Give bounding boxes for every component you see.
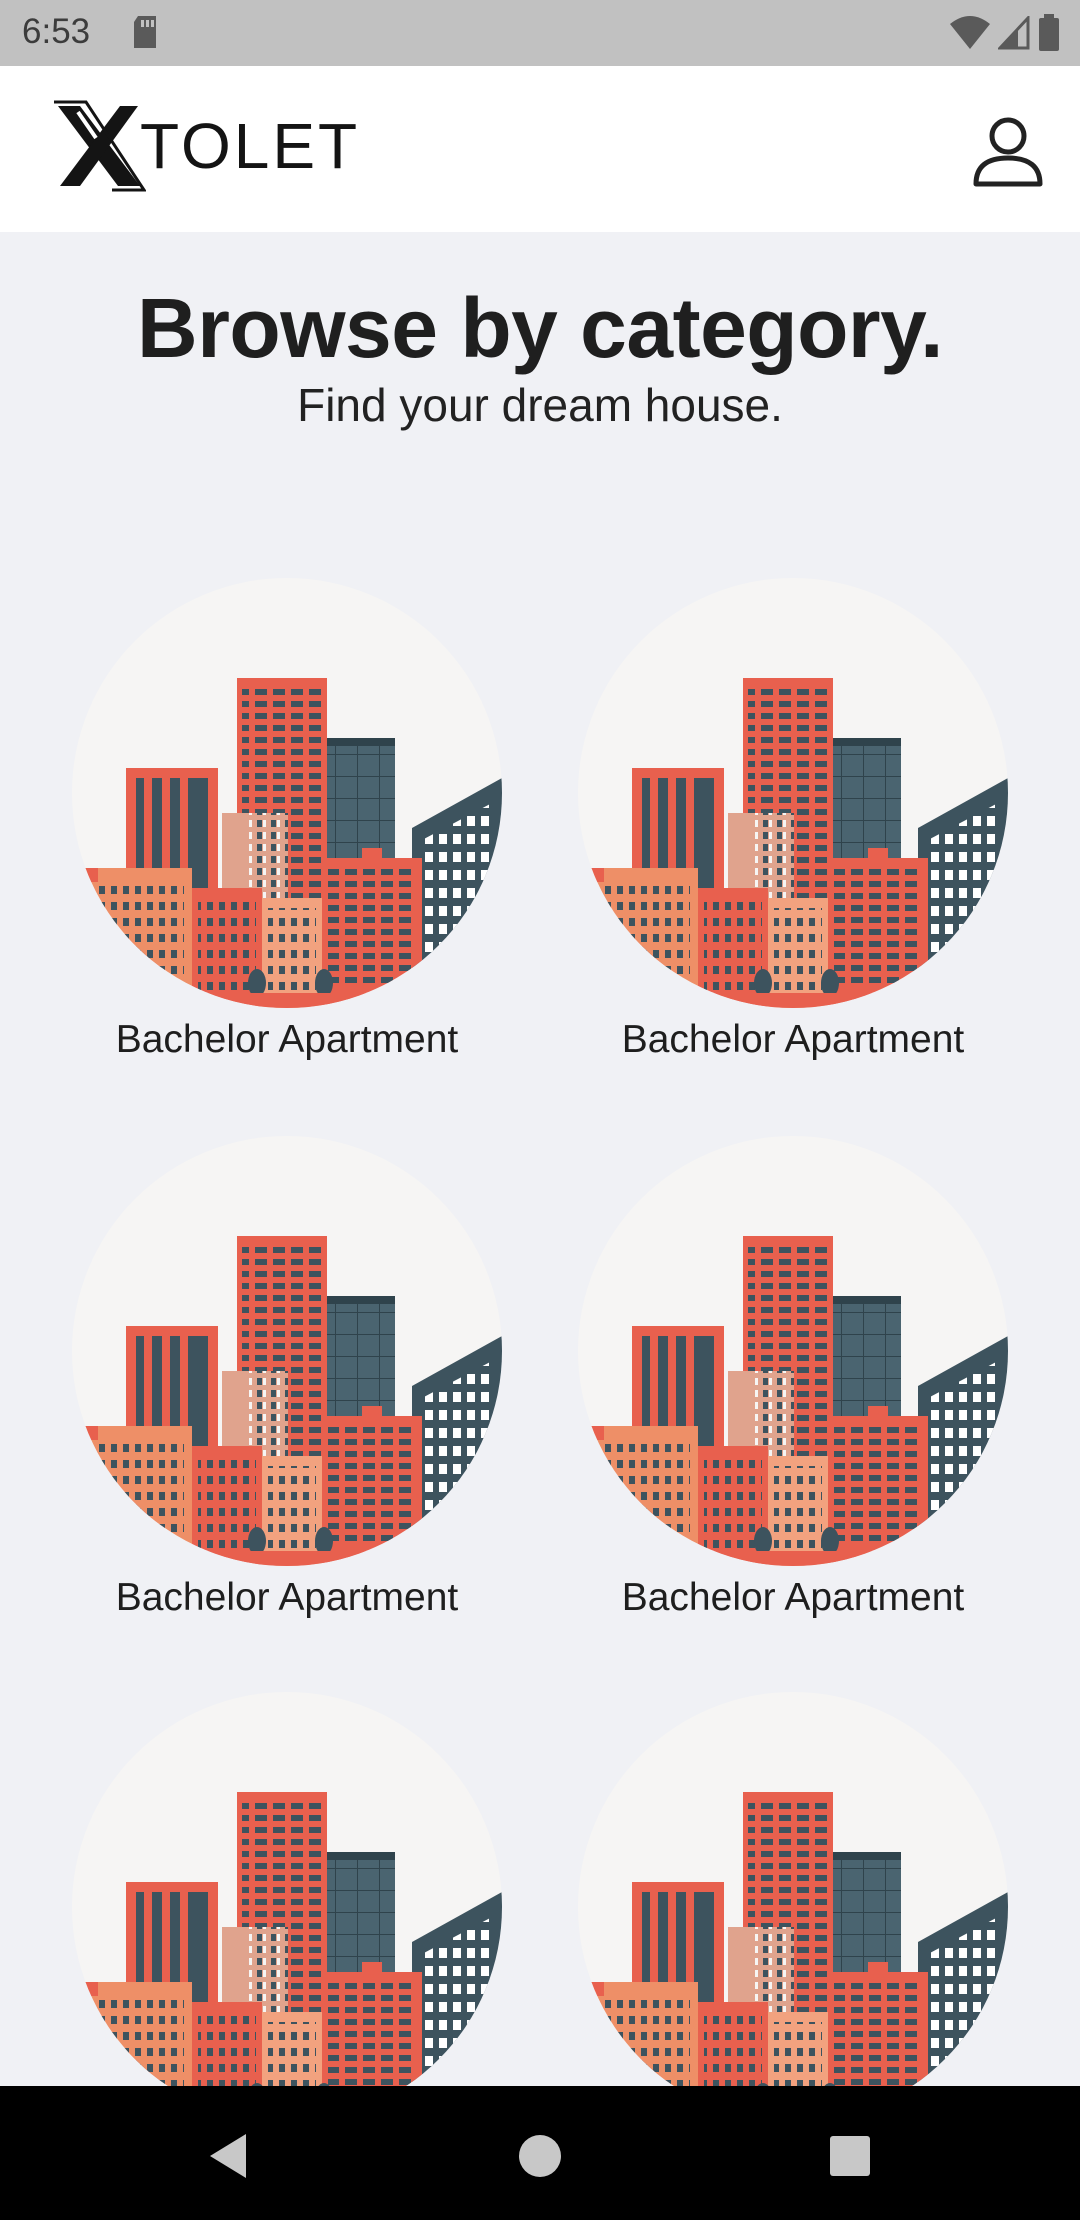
category-label: Bachelor Apartment — [115, 1018, 459, 1061]
category-image — [72, 1692, 502, 2086]
system-nav-bar — [0, 2086, 1080, 2220]
category-image — [72, 578, 502, 1008]
category-label: Bachelor Apartment — [621, 1576, 965, 1619]
category-image — [578, 1136, 1008, 1566]
city-buildings-illustration — [72, 1792, 502, 2086]
category-label: Bachelor Apartment — [621, 1018, 965, 1061]
category-grid: Bachelor Apartment Bachelor Apartment Ba… — [0, 0, 1080, 2086]
category-label: Bachelor Apartment — [115, 1576, 459, 1619]
city-buildings-illustration — [578, 1236, 1008, 1566]
recents-icon[interactable] — [820, 2126, 880, 2186]
category-image — [578, 578, 1008, 1008]
home-icon[interactable] — [510, 2126, 570, 2186]
back-icon[interactable] — [202, 2126, 262, 2186]
city-buildings-illustration — [578, 1792, 1008, 2086]
city-buildings-illustration — [578, 678, 1008, 1008]
category-image — [578, 1692, 1008, 2086]
city-buildings-illustration — [72, 678, 502, 1008]
category-image — [72, 1136, 502, 1566]
city-buildings-illustration — [72, 1236, 502, 1566]
